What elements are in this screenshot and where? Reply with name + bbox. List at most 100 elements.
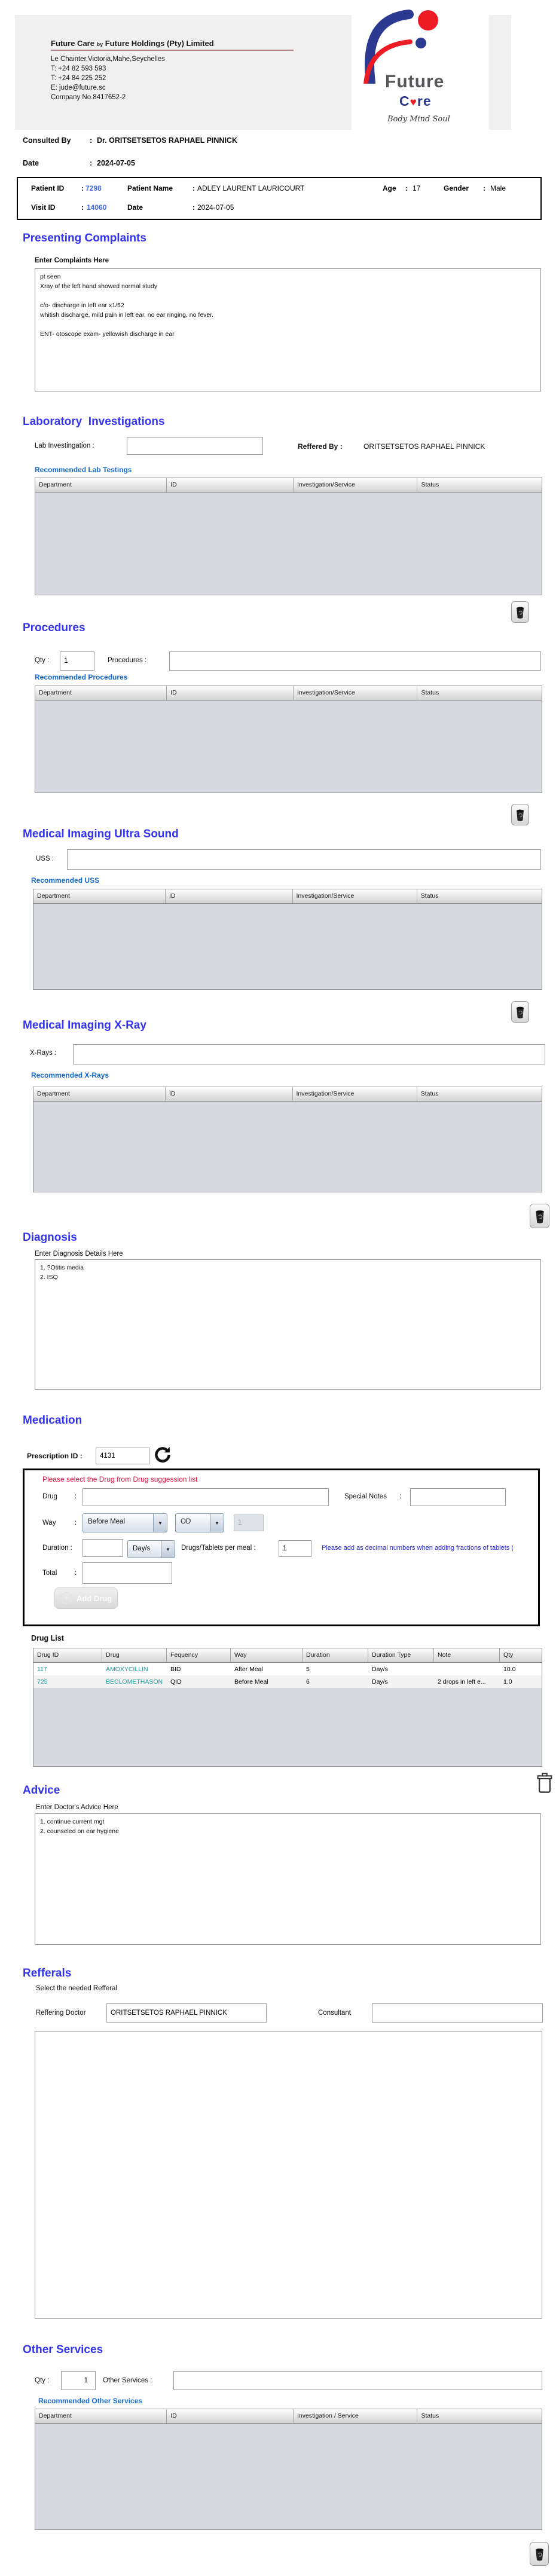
consulted-by-label: Consulted By	[23, 136, 71, 145]
patient-id-value: 7298	[85, 184, 102, 192]
refresh-prescription-button[interactable]	[153, 1446, 172, 1465]
way-label: Way	[42, 1519, 56, 1526]
way-select[interactable]: Before Meal ▼	[83, 1513, 167, 1532]
logo-tagline: Body Mind Soul	[387, 115, 450, 124]
visit-date-value: 2024-07-05	[197, 203, 234, 212]
cell-duration-type: Day/s	[368, 1678, 434, 1685]
duration-label: Duration :	[42, 1544, 72, 1552]
cell-way: After Meal	[231, 1666, 303, 1673]
uss-table[interactable]: Department ID Investigation/Service Stat…	[33, 889, 542, 990]
diagnosis-sublabel: Enter Diagnosis Details Here	[35, 1250, 123, 1258]
visit-id-value: 14060	[87, 203, 106, 212]
referred-by-value: ORITSETSETOS RAPHAEL PINNICK	[363, 442, 485, 451]
delete-xray-button[interactable]	[530, 1204, 549, 1228]
company-address: Le Chainter,Victoria,Mahe,Seychelles	[51, 54, 294, 64]
patient-name-value: ADLEY LAURENT LAURICOURT	[197, 184, 304, 192]
section-title-laboratory-investigations: Laboratory Investigations	[23, 415, 165, 429]
col-department: Department	[35, 686, 167, 700]
col-status: Status	[417, 1087, 542, 1101]
delete-uss-button[interactable]	[511, 1001, 529, 1023]
referring-doctor-label: Reffering Doctor	[36, 2009, 86, 2017]
other-qty-input[interactable]	[61, 2371, 96, 2390]
cell-qty: 10.0	[500, 1666, 542, 1673]
xray-table-header: Department ID Investigation/Service Stat…	[33, 1087, 542, 1102]
section-title-procedures: Procedures	[23, 622, 85, 635]
other-services-input[interactable]	[173, 2371, 542, 2390]
total-input[interactable]	[83, 1562, 172, 1584]
lab-testings-table[interactable]: Department ID Investigation/Service Stat…	[35, 478, 542, 595]
drug-list-table[interactable]: Drug ID Drug Fequency Way Duration Durat…	[33, 1648, 542, 1767]
procedures-input[interactable]	[169, 651, 541, 671]
lab-investigation-label: Lab Investingation :	[35, 442, 94, 449]
drug-row[interactable]: 725 BECLOMETHASON QID Before Meal 6 Day/…	[33, 1675, 542, 1688]
chevron-down-icon: ▼	[210, 1514, 224, 1532]
uss-table-header: Department ID Investigation/Service Stat…	[33, 889, 542, 904]
special-notes-input[interactable]	[410, 1488, 506, 1506]
total-colon: :	[75, 1570, 77, 1577]
drug-input[interactable]	[83, 1488, 329, 1506]
company-logo: Future C♥re Body Mind Soul	[352, 5, 489, 133]
referrals-list-box[interactable]	[35, 2031, 542, 2319]
duration-type-select[interactable]: Day/s ▼	[127, 1540, 175, 1558]
company-name-by: by	[97, 41, 103, 47]
col-qty: Qty	[500, 1648, 542, 1662]
duration-input[interactable]	[83, 1539, 123, 1557]
prescription-id-input[interactable]	[96, 1448, 149, 1464]
uss-input[interactable]	[67, 849, 541, 870]
delete-other-services-button[interactable]	[530, 2542, 549, 2566]
procedures-table[interactable]: Department ID Investigation/Service Stat…	[35, 686, 542, 793]
recommended-uss-link[interactable]: Recommended USS	[31, 876, 99, 885]
procedures-qty-input[interactable]	[60, 651, 94, 671]
add-icon: +	[60, 1592, 72, 1604]
delete-procedures-button[interactable]	[511, 804, 529, 825]
patient-name-colon: :	[193, 184, 195, 192]
special-notes-colon: :	[399, 1493, 401, 1500]
drug-row[interactable]: 117 AMOXYCILLIN BID After Meal 5 Day/s 1…	[33, 1663, 542, 1675]
referring-doctor-input[interactable]	[106, 2003, 267, 2023]
col-id: ID	[167, 2409, 294, 2423]
xray-table[interactable]: Department ID Investigation/Service Stat…	[33, 1087, 542, 1192]
delete-lab-button[interactable]	[511, 601, 529, 623]
drug-colon: :	[75, 1493, 77, 1500]
complaints-textarea[interactable]: pt seen Xray of the left hand showed nor…	[35, 268, 541, 391]
company-name: Future Care by Future Holdings (Pty) Lim…	[51, 39, 294, 48]
visit-date-colon: :	[193, 203, 195, 212]
drug-list-label: Drug List	[31, 1634, 64, 1642]
lab-table-header: Department ID Investigation/Service Stat…	[35, 478, 542, 492]
date-colon: :	[90, 159, 92, 167]
per-meal-input[interactable]	[279, 1540, 311, 1557]
chevron-down-icon: ▼	[161, 1541, 175, 1558]
delete-advice-button[interactable]	[533, 1772, 556, 1797]
trash-icon	[515, 605, 526, 619]
trash-outline-icon	[536, 1772, 553, 1795]
frequency-select[interactable]: OD ▼	[175, 1513, 224, 1532]
col-status: Status	[417, 686, 542, 700]
lab-investigation-input[interactable]	[127, 437, 263, 455]
gender-colon: :	[483, 184, 485, 192]
recommended-other-services-link[interactable]: Recommended Other Services	[38, 2397, 142, 2405]
col-drug: Drug	[102, 1648, 167, 1662]
recommended-procedures-link[interactable]: Recommended Procedures	[35, 673, 127, 681]
add-drug-button[interactable]: + Add Drug	[54, 1587, 118, 1609]
diagnosis-textarea[interactable]: 1. ?Otitis media 2. ISQ	[35, 1259, 541, 1390]
advice-textarea[interactable]: 1. continue current mgt 2. counseled on …	[35, 1813, 541, 1945]
total-label: Total	[42, 1570, 57, 1577]
other-services-label: Other Services :	[103, 2377, 152, 2384]
company-email: E: jude@future.sc	[51, 83, 294, 93]
special-notes-label: Special Notes	[344, 1493, 387, 1500]
xray-input[interactable]	[73, 1044, 545, 1064]
logo-care-re: re	[417, 93, 432, 109]
company-info: Future Care by Future Holdings (Pty) Lim…	[51, 39, 294, 102]
recommended-xrays-link[interactable]: Recommended X-Rays	[31, 1071, 109, 1079]
col-investigation-service: Investigation/Service	[294, 686, 418, 700]
other-services-table[interactable]: Department ID Investigation / Service St…	[35, 2409, 542, 2530]
consultant-input[interactable]	[372, 2003, 543, 2023]
section-title-diagnosis: Diagnosis	[23, 1231, 77, 1244]
age-value: 17	[413, 184, 420, 192]
consulted-by-value: Dr. ORITSETSETOS RAPHAEL PINNICK	[97, 136, 237, 145]
recommended-lab-testings-link[interactable]: Recommended Lab Testings	[35, 466, 132, 474]
col-id: ID	[166, 889, 293, 903]
drug-suggestion-warning: Please select the Drug from Drug suggess…	[42, 1475, 197, 1483]
cell-duration: 6	[303, 1678, 368, 1685]
patient-info-bar: Patient ID : 7298 Patient Name : ADLEY L…	[17, 177, 542, 220]
